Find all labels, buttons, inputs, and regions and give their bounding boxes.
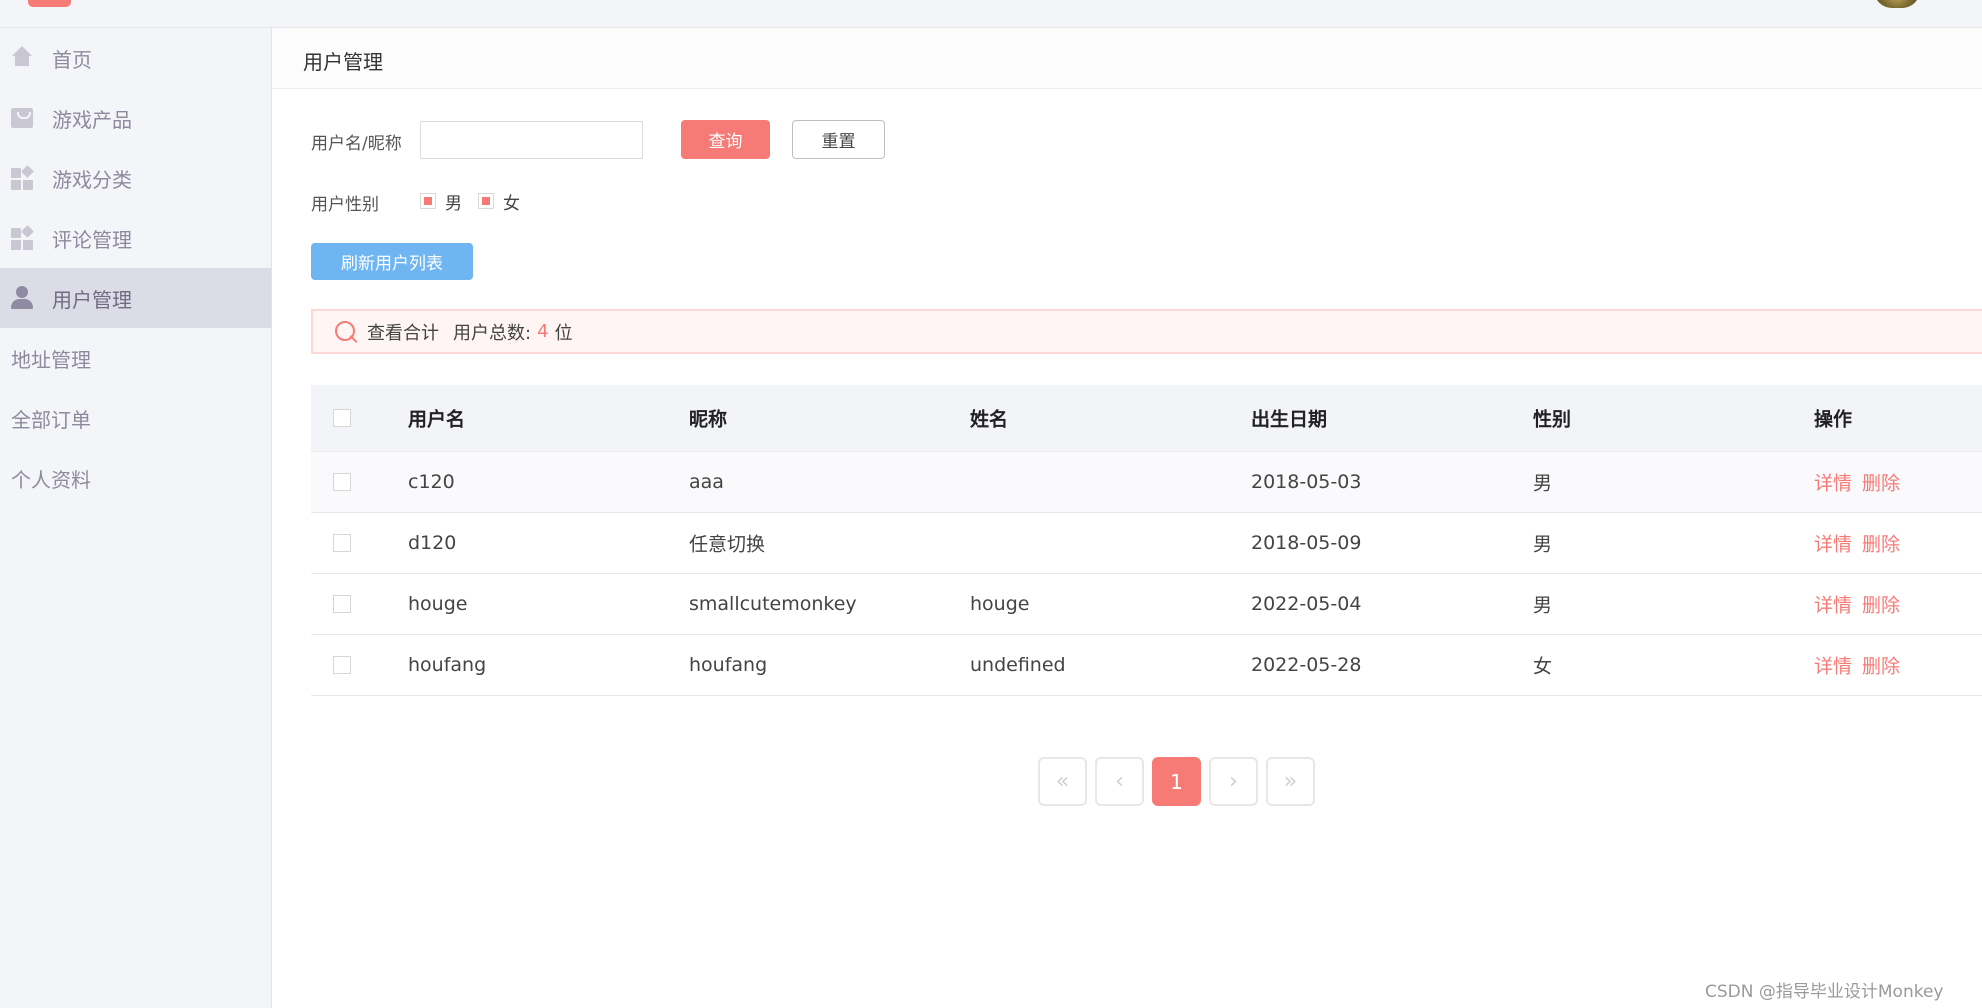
sidebar-item-addresses[interactable]: 地址管理 xyxy=(0,328,271,388)
gender-male-checkbox[interactable]: 男 xyxy=(420,189,462,214)
pagination-next-button[interactable]: › xyxy=(1209,757,1258,806)
sidebar-item-profile[interactable]: 个人资料 xyxy=(0,448,271,508)
summary-total-label: 用户总数: xyxy=(453,322,532,344)
cell-actions: 详情 删除 xyxy=(1814,591,1900,618)
cell-nickname: smallcutemonkey xyxy=(689,593,857,615)
sidebar-item-label: 地址管理 xyxy=(11,347,91,372)
cell-gender: 女 xyxy=(1533,655,1553,678)
cell-birth-date: 2022-05-04 xyxy=(1251,593,1362,615)
delete-link[interactable]: 删除 xyxy=(1862,473,1900,495)
page-header: 用户管理 xyxy=(272,28,1982,89)
column-header: 用户名 xyxy=(408,408,466,431)
cell-actions: 详情 删除 xyxy=(1814,530,1900,557)
column-header: 昵称 xyxy=(689,408,728,431)
cell-name: houge xyxy=(970,593,1030,615)
user-icon xyxy=(10,286,34,310)
cell-actions: 详情 删除 xyxy=(1814,469,1900,496)
table-row: houge smallcutemonkey houge 2022-05-04 男… xyxy=(311,574,1982,635)
sidebar-item-label: 游戏产品 xyxy=(52,107,132,132)
gender-female-checkbox[interactable]: 女 xyxy=(478,189,520,214)
sidebar-item-label: 评论管理 xyxy=(52,227,132,252)
name-search-input[interactable] xyxy=(420,121,643,159)
cell-nickname: houfang xyxy=(689,654,768,676)
name-filter-label: 用户名/昵称 xyxy=(311,134,402,154)
column-header: 性别 xyxy=(1533,408,1572,431)
checkbox-checked-icon xyxy=(420,193,436,209)
reset-button[interactable]: 重置 xyxy=(792,120,885,159)
apps-grid-icon xyxy=(10,225,34,250)
sidebar-item-game-categories[interactable]: 游戏分类 xyxy=(0,148,271,208)
page-title: 用户管理 xyxy=(303,50,383,74)
row-checkbox[interactable] xyxy=(333,534,351,552)
cell-birth-date: 2022-05-28 xyxy=(1251,654,1362,676)
sidebar-item-home[interactable]: 首页 xyxy=(0,28,271,88)
table-row: c120 aaa 2018-05-03 男 详情 删除 xyxy=(311,452,1982,513)
query-button[interactable]: 查询 xyxy=(681,120,770,159)
delete-link[interactable]: 删除 xyxy=(1862,656,1900,678)
cell-birth-date: 2018-05-09 xyxy=(1251,532,1362,554)
cell-username: houfang xyxy=(408,654,487,676)
sidebar-item-label: 首页 xyxy=(52,47,92,72)
table-row: d120 任意切换 2018-05-09 男 详情 删除 xyxy=(311,513,1982,574)
cell-nickname: aaa xyxy=(689,471,724,493)
pagination-prev-button[interactable]: ‹ xyxy=(1095,757,1144,806)
gender-option-label: 男 xyxy=(445,193,462,214)
avatar[interactable] xyxy=(1874,0,1920,8)
cell-gender: 男 xyxy=(1533,533,1553,556)
search-icon xyxy=(333,319,359,345)
detail-link[interactable]: 详情 xyxy=(1814,595,1852,617)
summary-total-count: 4 xyxy=(537,321,549,342)
column-header: 出生日期 xyxy=(1251,408,1328,431)
sidebar-item-label: 全部订单 xyxy=(11,407,91,432)
cell-nickname: 任意切换 xyxy=(689,533,766,556)
sidebar-item-label: 用户管理 xyxy=(52,287,132,312)
column-header: 操作 xyxy=(1814,408,1853,431)
cell-username: houge xyxy=(408,593,468,615)
pagination-last-button[interactable]: » xyxy=(1266,757,1315,806)
sidebar: 首页 游戏产品 游戏分类 评论管理 用户管理 地址管理 全部订单 个人资料 xyxy=(0,28,272,1008)
sidebar-item-game-products[interactable]: 游戏产品 xyxy=(0,88,271,148)
row-checkbox[interactable] xyxy=(333,595,351,613)
cell-actions: 详情 删除 xyxy=(1814,652,1900,679)
row-checkbox[interactable] xyxy=(333,473,351,491)
sidebar-item-orders[interactable]: 全部订单 xyxy=(0,388,271,448)
cell-username: d120 xyxy=(408,532,457,554)
checkbox-checked-icon xyxy=(478,193,494,209)
detail-link[interactable]: 详情 xyxy=(1814,534,1852,556)
refresh-user-list-button[interactable]: 刷新用户列表 xyxy=(311,243,473,280)
table-header-row: 用户名 昵称 姓名 出生日期 性别 操作 xyxy=(311,385,1982,452)
top-bar xyxy=(0,0,1982,28)
watermark: CSDN @指导毕业设计Monkey xyxy=(1705,982,1944,1002)
delete-link[interactable]: 删除 xyxy=(1862,534,1900,556)
column-header: 姓名 xyxy=(970,408,1009,431)
cell-gender: 男 xyxy=(1533,594,1553,617)
logo[interactable] xyxy=(28,0,71,7)
user-table: 用户名 昵称 姓名 出生日期 性别 操作 c120 aaa 2018-05-03… xyxy=(311,385,1982,696)
cell-name: undefined xyxy=(970,654,1066,676)
shopping-bag-icon xyxy=(10,106,34,130)
gender-option-label: 女 xyxy=(503,193,520,214)
cell-gender: 男 xyxy=(1533,472,1553,495)
sidebar-item-users[interactable]: 用户管理 xyxy=(0,268,271,328)
select-all-checkbox[interactable] xyxy=(333,409,351,427)
detail-link[interactable]: 详情 xyxy=(1814,656,1852,678)
sidebar-item-label: 游戏分类 xyxy=(52,167,132,192)
cell-birth-date: 2018-05-03 xyxy=(1251,471,1362,493)
row-checkbox[interactable] xyxy=(333,656,351,674)
delete-link[interactable]: 删除 xyxy=(1862,595,1900,617)
table-row: houfang houfang undefined 2022-05-28 女 详… xyxy=(311,635,1982,696)
apps-grid-icon xyxy=(10,165,34,190)
pagination-page-button[interactable]: 1 xyxy=(1152,757,1201,806)
summary-title: 查看合计 xyxy=(367,322,439,344)
detail-link[interactable]: 详情 xyxy=(1814,473,1852,495)
pagination-first-button[interactable]: « xyxy=(1038,757,1087,806)
sidebar-item-label: 个人资料 xyxy=(11,467,91,492)
gender-filter-label: 用户性别 xyxy=(311,195,379,215)
summary-unit: 位 xyxy=(554,322,573,344)
summary-bar: 查看合计 用户总数: 4 位 xyxy=(311,309,1982,354)
home-icon xyxy=(10,46,34,70)
main-content: 用户管理 用户名/昵称 查询 重置 用户性别 男 女 刷新用户列表 查看合计 用… xyxy=(272,28,1982,1008)
sidebar-item-comments[interactable]: 评论管理 xyxy=(0,208,271,268)
cell-username: c120 xyxy=(408,471,455,493)
